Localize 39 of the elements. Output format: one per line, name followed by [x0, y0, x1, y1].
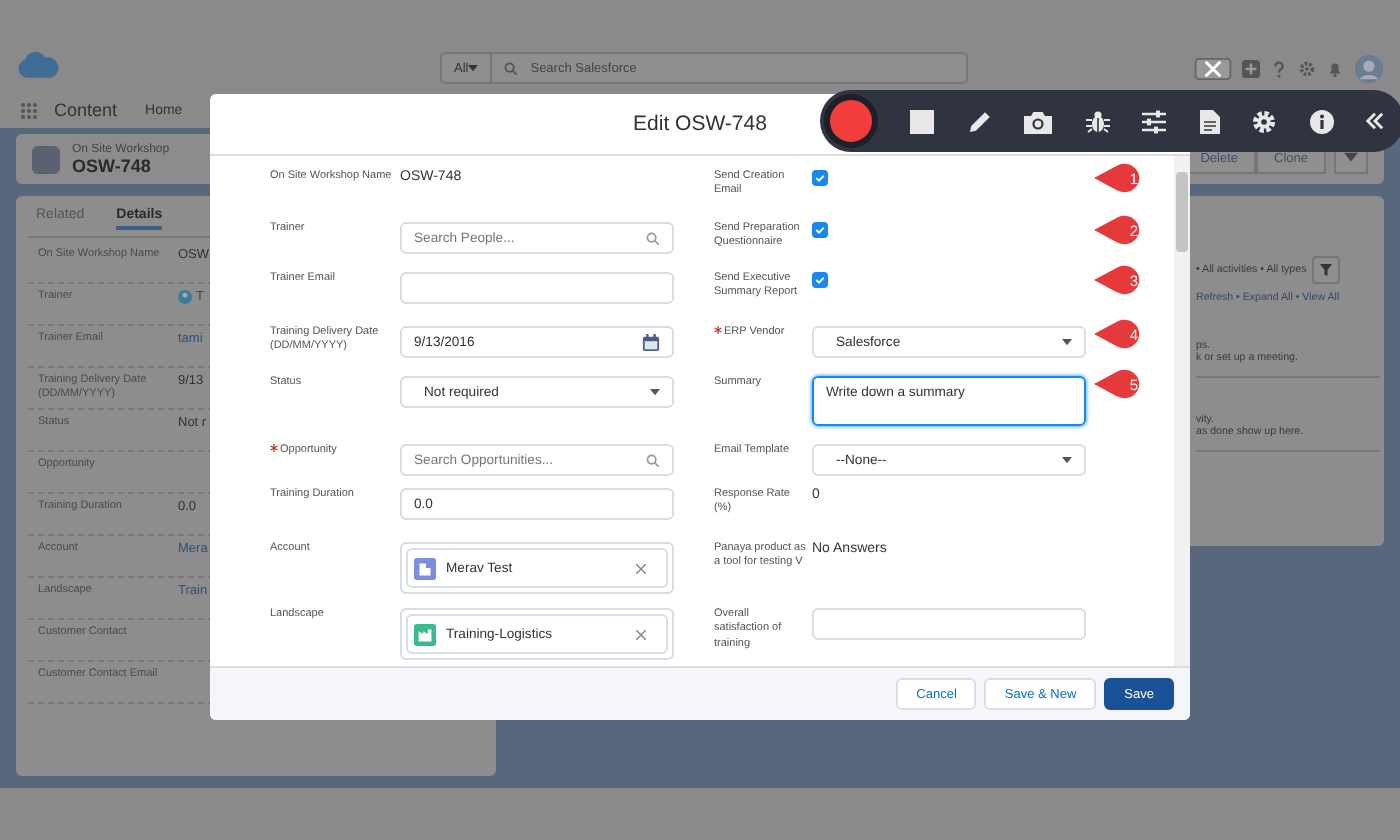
- app-name: Content: [54, 100, 118, 120]
- bell-icon[interactable]: [1326, 60, 1344, 78]
- record-icon: [32, 145, 60, 173]
- search-icon: [646, 453, 660, 467]
- calendar-icon[interactable]: [642, 333, 660, 351]
- user-icon: [178, 290, 192, 304]
- bug-icon[interactable]: [1085, 109, 1110, 133]
- document-icon[interactable]: [1199, 109, 1220, 133]
- modal-title: Edit OSW-748: [633, 112, 767, 136]
- close-icon[interactable]: [1194, 58, 1232, 80]
- plus-icon[interactable]: [1242, 60, 1260, 78]
- required-icon: [270, 444, 278, 452]
- input-field[interactable]: [400, 272, 674, 304]
- checkbox[interactable]: [812, 272, 828, 288]
- camera-icon[interactable]: [1024, 109, 1053, 133]
- filter-icon: [1320, 264, 1333, 276]
- collapse-icon[interactable]: [1365, 112, 1384, 130]
- stop-icon[interactable]: [910, 109, 935, 133]
- cloud-logo-icon: [16, 50, 60, 80]
- record-button[interactable]: [824, 94, 878, 148]
- caret-icon: [650, 388, 660, 396]
- required-icon: [714, 326, 722, 334]
- checkbox[interactable]: [812, 222, 828, 238]
- remove-icon[interactable]: [636, 563, 646, 573]
- filter-button[interactable]: [1312, 256, 1341, 284]
- input-field[interactable]: [812, 608, 1086, 640]
- remove-icon[interactable]: [636, 629, 646, 639]
- search-icon: [504, 61, 519, 75]
- help-icon[interactable]: [1270, 60, 1288, 78]
- search-icon: [646, 231, 660, 245]
- sliders-icon[interactable]: [1142, 109, 1167, 133]
- app-launcher-icon[interactable]: [20, 101, 38, 119]
- caret-icon: [468, 64, 479, 72]
- info-icon[interactable]: [1309, 109, 1333, 133]
- caret-icon: [1062, 338, 1072, 346]
- checkbox[interactable]: [812, 170, 828, 186]
- record-name: OSW-748: [72, 155, 153, 175]
- caret-icon: [1062, 456, 1072, 464]
- scrollbar[interactable]: [1174, 156, 1190, 666]
